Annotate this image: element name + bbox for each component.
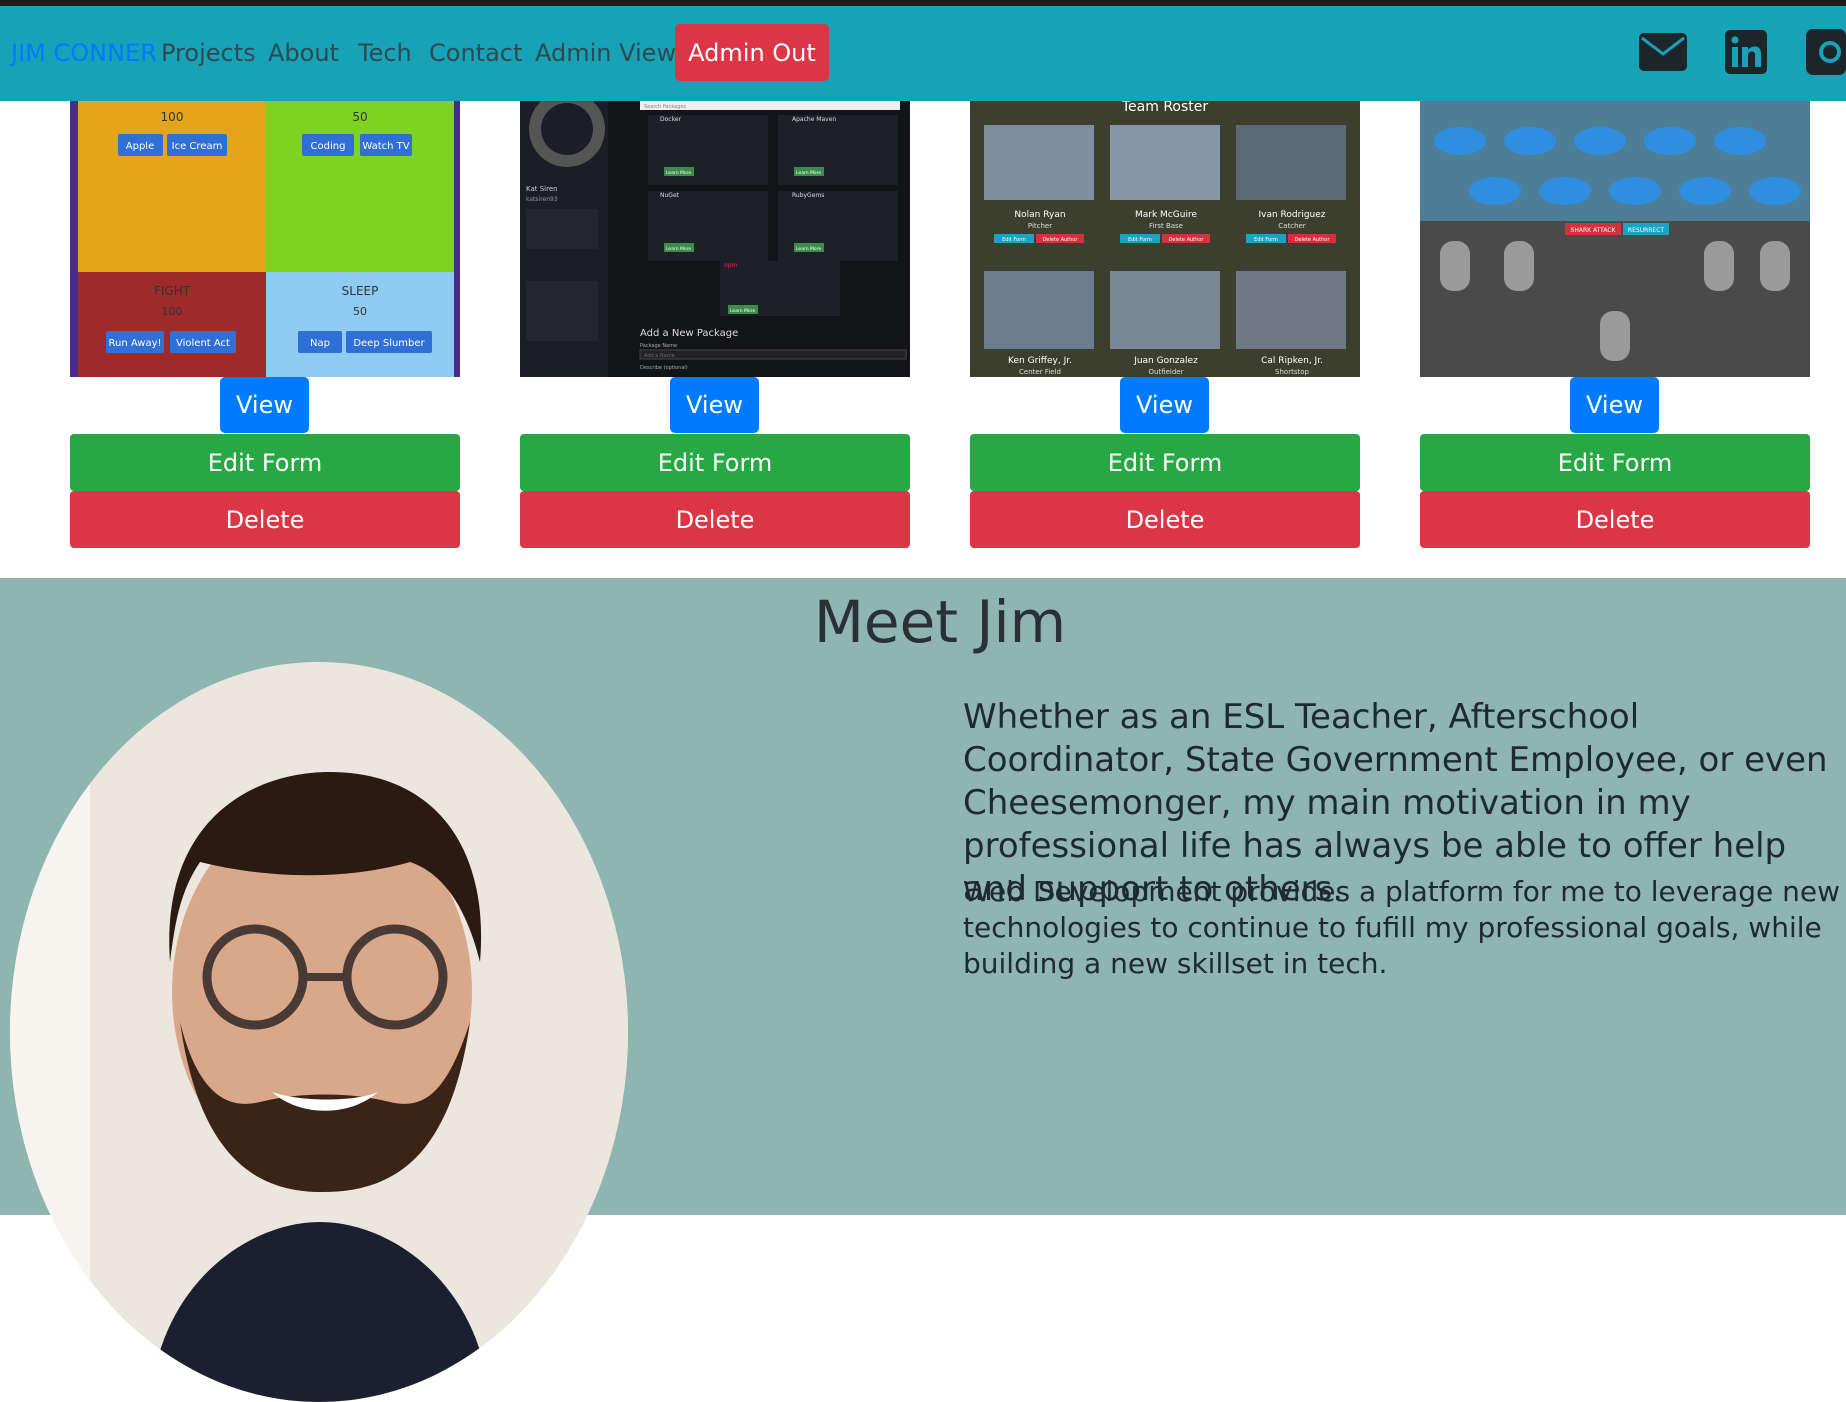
nav-link-admin-view[interactable]: Admin View bbox=[535, 39, 676, 67]
delete-button[interactable]: Delete bbox=[1420, 491, 1810, 548]
project-thumbnail[interactable]: Team Roster Nolan Ryan Pitcher Mark McGu… bbox=[970, 101, 1360, 377]
player-name: Ken Griffey, Jr. bbox=[1008, 356, 1072, 366]
linkedin-link[interactable] bbox=[1725, 30, 1767, 74]
view-button[interactable]: View bbox=[220, 377, 309, 433]
about-paragraph-secondary: Web Development provides a platform for … bbox=[963, 875, 1840, 980]
preview-edit-label: Edit Form bbox=[1002, 237, 1026, 243]
shark-attack-label: SHARK ATTACK bbox=[1571, 227, 1617, 234]
roster-title: Team Roster bbox=[1121, 101, 1209, 115]
learn-more-label: Learn More bbox=[796, 246, 821, 252]
brand-link[interactable]: JIM CONNER bbox=[11, 39, 157, 67]
user-name: Kat Siren bbox=[526, 185, 558, 193]
learn-more-label: Learn More bbox=[666, 170, 691, 176]
player-position: Center Field bbox=[1019, 368, 1061, 376]
mail-icon bbox=[1639, 33, 1687, 71]
player-name: Cal Ripken, Jr. bbox=[1261, 356, 1323, 366]
navbar: JIM CONNER Projects About Tech Contact A… bbox=[0, 6, 1846, 101]
preview-button: Run Away! bbox=[108, 338, 161, 349]
admin-out-button[interactable]: Admin Out bbox=[675, 24, 829, 81]
need-value: 100 bbox=[162, 305, 183, 318]
player-position: Catcher bbox=[1278, 222, 1306, 230]
project-preview: Kat Siren katsiren93 Search Packages Doc… bbox=[520, 101, 910, 377]
preview-button: Apple bbox=[126, 141, 154, 152]
mail-link[interactable] bbox=[1638, 32, 1688, 72]
need-label: SLEEP bbox=[342, 284, 379, 298]
preview-button: Nap bbox=[310, 338, 330, 349]
package-name: Docker bbox=[660, 116, 682, 123]
profile-photo bbox=[10, 662, 628, 1402]
search-placeholder: Search Packages bbox=[644, 104, 686, 110]
preview-button: Deep Slumber bbox=[353, 338, 425, 349]
form-placeholder: Add a Name bbox=[644, 353, 675, 359]
learn-more-label: Learn More bbox=[730, 308, 755, 314]
nav-link-projects[interactable]: Projects bbox=[161, 39, 256, 67]
preview-delete-label: Delete Author bbox=[1043, 237, 1079, 243]
project-preview: SHARK ATTACK RESURRECT bbox=[1420, 101, 1810, 377]
package-name: NuGet bbox=[660, 192, 680, 199]
delete-button[interactable]: Delete bbox=[520, 491, 910, 548]
delete-button[interactable]: Delete bbox=[70, 491, 460, 548]
preview-button: Watch TV bbox=[362, 141, 409, 152]
project-thumbnail[interactable]: Kat Siren katsiren93 Search Packages Doc… bbox=[520, 101, 910, 377]
preview-edit-label: Edit Form bbox=[1128, 237, 1152, 243]
form-label: Describe (optional) bbox=[640, 365, 688, 371]
project-thumbnail[interactable]: SHARK ATTACK RESURRECT bbox=[1420, 101, 1810, 377]
package-name: RubyGems bbox=[792, 192, 824, 199]
player-name: Mark McGuire bbox=[1135, 210, 1197, 220]
nav-link-tech[interactable]: Tech bbox=[358, 39, 412, 67]
player-name: Juan Gonzalez bbox=[1133, 356, 1198, 366]
about-title: Meet Jim bbox=[813, 588, 1067, 656]
github-icon bbox=[1806, 29, 1846, 75]
nav-link-about[interactable]: About bbox=[268, 39, 339, 67]
edit-form-button[interactable]: Edit Form bbox=[520, 434, 910, 491]
learn-more-label: Learn More bbox=[666, 246, 691, 252]
player-position: First Base bbox=[1149, 222, 1183, 230]
user-handle: katsiren93 bbox=[526, 196, 558, 203]
need-value: 50 bbox=[352, 110, 367, 124]
edit-form-button[interactable]: Edit Form bbox=[1420, 434, 1810, 491]
view-button[interactable]: View bbox=[670, 377, 759, 433]
linkedin-icon bbox=[1725, 30, 1767, 74]
package-name: npm bbox=[724, 262, 738, 269]
project-preview: 100 Apple Ice Cream 50 Coding Watch TV F… bbox=[70, 101, 460, 377]
need-label: FIGHT bbox=[154, 284, 191, 298]
preview-button: Coding bbox=[311, 141, 346, 152]
preview-button: Violent Act bbox=[176, 338, 230, 349]
player-name: Ivan Rodriguez bbox=[1258, 210, 1325, 220]
edit-form-button[interactable]: Edit Form bbox=[970, 434, 1360, 491]
github-link[interactable] bbox=[1806, 29, 1846, 75]
edit-form-button[interactable]: Edit Form bbox=[70, 434, 460, 491]
view-button[interactable]: View bbox=[1570, 377, 1659, 433]
learn-more-label: Learn More bbox=[796, 170, 821, 176]
nav-link-contact[interactable]: Contact bbox=[429, 39, 522, 67]
delete-button[interactable]: Delete bbox=[970, 491, 1360, 548]
preview-delete-label: Delete Author bbox=[1169, 237, 1205, 243]
player-position: Outfielder bbox=[1149, 368, 1184, 376]
project-preview: Team Roster Nolan Ryan Pitcher Mark McGu… bbox=[970, 101, 1360, 377]
player-name: Nolan Ryan bbox=[1014, 210, 1065, 220]
need-value: 50 bbox=[353, 305, 367, 318]
player-position: Shortstop bbox=[1275, 368, 1309, 376]
need-value: 100 bbox=[161, 110, 184, 124]
preview-edit-label: Edit Form bbox=[1254, 237, 1278, 243]
project-thumbnail[interactable]: 100 Apple Ice Cream 50 Coding Watch TV F… bbox=[70, 101, 460, 377]
form-title: Add a New Package bbox=[640, 328, 738, 339]
view-button[interactable]: View bbox=[1120, 377, 1209, 433]
package-name: Apache Maven bbox=[792, 116, 836, 123]
player-position: Pitcher bbox=[1028, 222, 1052, 230]
form-label: Package Name bbox=[640, 343, 677, 349]
preview-button: Ice Cream bbox=[172, 141, 223, 152]
projects-section: 100 Apple Ice Cream 50 Coding Watch TV F… bbox=[0, 101, 1846, 578]
resurrect-label: RESURRECT bbox=[1628, 227, 1664, 234]
preview-delete-label: Delete Author bbox=[1295, 237, 1331, 243]
about-section: Meet Jim Whether as an ESL Teacher, Afte… bbox=[0, 578, 1846, 1402]
